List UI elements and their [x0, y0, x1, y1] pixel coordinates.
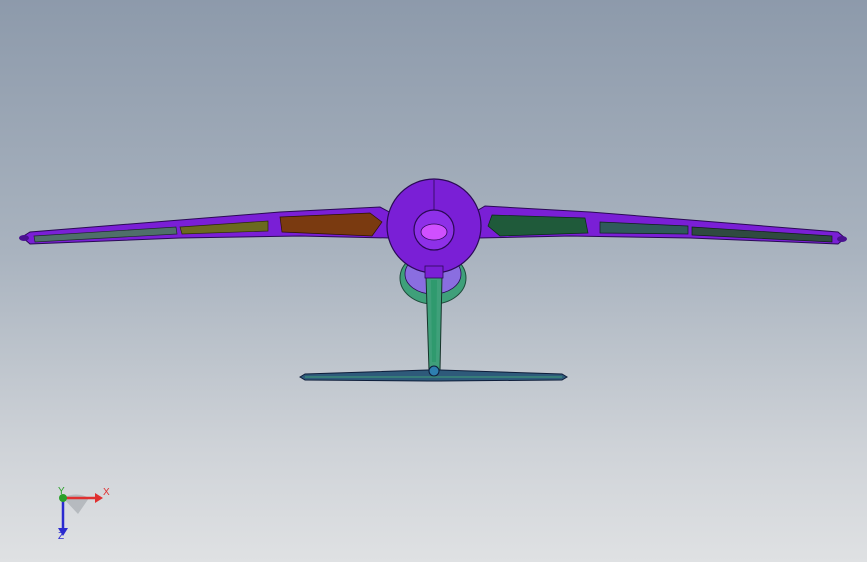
- stabilizer-hub: [428, 365, 440, 377]
- tail-fin-root: [424, 265, 444, 279]
- intake-opening: [420, 223, 448, 241]
- triad-graphic: [58, 493, 103, 536]
- aircraft-model[interactable]: [0, 0, 867, 562]
- right-wingtip: [837, 236, 847, 242]
- left-wing-panel-inner: [279, 212, 383, 237]
- x-axis-label: X: [103, 487, 110, 498]
- right-wing-panel-inner: [487, 214, 589, 237]
- axis-triad: X Y Z: [40, 478, 130, 548]
- left-wingtip: [19, 235, 29, 241]
- tail-fin-inner: [431, 280, 437, 362]
- z-axis-label: Z: [58, 531, 65, 542]
- y-axis-label: Y: [58, 486, 65, 497]
- 3d-viewport[interactable]: X Y Z: [0, 0, 867, 562]
